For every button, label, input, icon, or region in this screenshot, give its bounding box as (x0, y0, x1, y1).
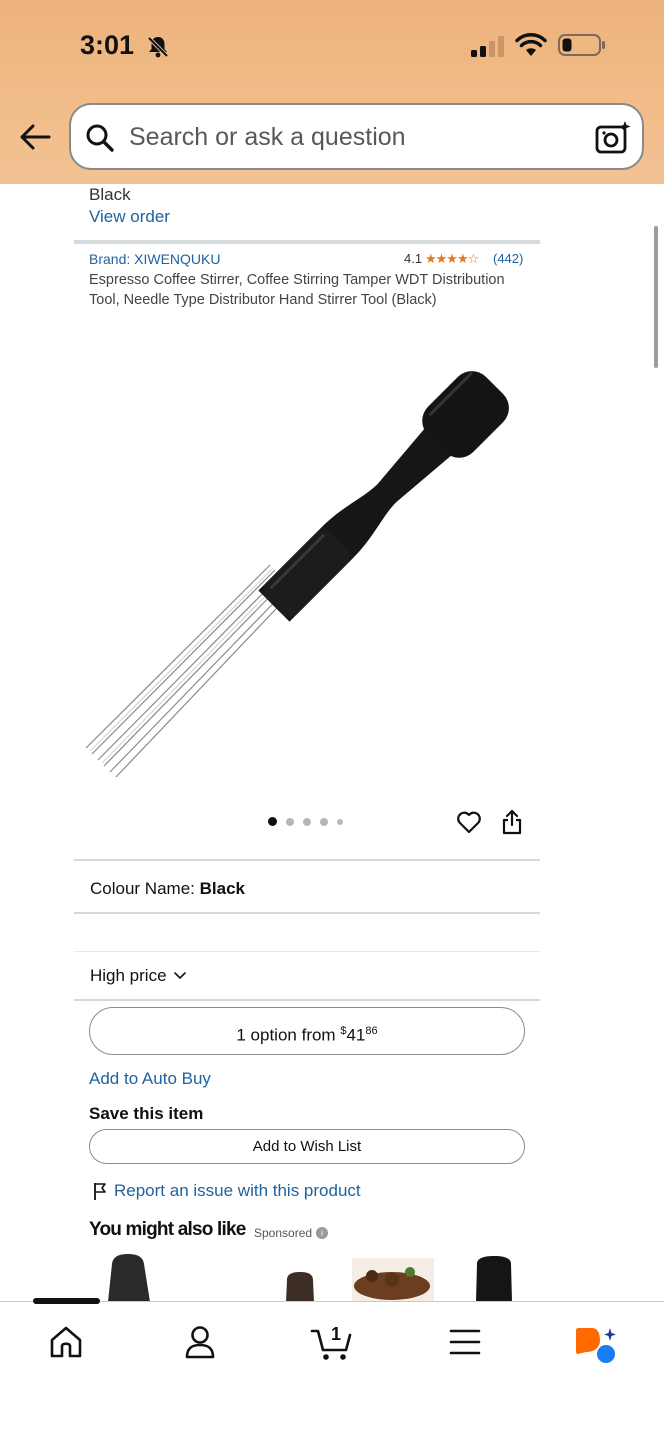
scrollbar[interactable] (654, 226, 658, 368)
save-item-heading: Save this item (89, 1104, 204, 1123)
app-header: 3:01 (0, 0, 664, 184)
add-to-auto-buy-link[interactable]: Add to Auto Buy (89, 1069, 211, 1089)
nav-home[interactable] (48, 1324, 84, 1365)
bell-muted-icon (147, 36, 169, 58)
sponsored-text: Sponsored (254, 1226, 313, 1240)
nav-menu[interactable] (449, 1328, 481, 1361)
option-prefix: 1 option from (236, 1025, 341, 1045)
cart-count: 1 (331, 1324, 341, 1344)
carousel-dot-active[interactable] (268, 817, 277, 826)
recommended-product-3[interactable] (352, 1258, 434, 1302)
cellular-signal-icon (471, 36, 504, 57)
star-rating-icon[interactable]: ★★★★☆ (425, 251, 479, 267)
section-divider (74, 859, 540, 861)
search-input[interactable] (129, 120, 569, 154)
nav-rufus-ai[interactable] (574, 1326, 618, 1371)
price-whole: 41 (346, 1025, 366, 1045)
section-divider (74, 999, 540, 1001)
heart-icon[interactable] (456, 809, 482, 835)
search-icon (86, 124, 114, 152)
section-divider (74, 240, 540, 244)
info-icon[interactable]: i (316, 1227, 329, 1239)
back-arrow-icon[interactable] (18, 120, 52, 154)
section-divider (74, 912, 540, 914)
report-issue-link[interactable]: Report an issue with this product (92, 1181, 361, 1201)
carousel-dot[interactable] (303, 817, 311, 826)
recommendations-heading: You might also like (89, 1219, 246, 1240)
menu-icon (449, 1329, 481, 1355)
price-fraction: 86 (365, 1025, 378, 1037)
report-issue-label: Report an issue with this product (114, 1181, 361, 1200)
product-title: Espresso Coffee Stirrer, Coffee Stirring… (89, 272, 505, 308)
share-icon[interactable] (500, 808, 524, 836)
carousel-dot[interactable] (286, 817, 294, 826)
chevron-down-icon (174, 972, 187, 980)
battery-icon (558, 34, 605, 56)
brand-link[interactable]: Brand: XIWENQUKU (89, 251, 220, 267)
colour-name-label: Colour Name: (90, 879, 200, 898)
colour-name-row[interactable]: Colour Name: Black (90, 879, 245, 899)
camera-lens-icon[interactable] (595, 120, 631, 156)
search-bar[interactable] (69, 103, 644, 170)
add-to-wish-list-button[interactable]: Add to Wish List (89, 1129, 525, 1164)
sponsored-label[interactable]: Sponsored i (254, 1226, 329, 1240)
review-count-link[interactable]: (442) (493, 251, 523, 266)
recommended-product-1[interactable] (108, 1254, 150, 1302)
section-divider (74, 951, 540, 952)
colour-name-value: Black (199, 879, 245, 898)
image-carousel-dots[interactable] (268, 817, 343, 826)
carousel-dot[interactable] (320, 817, 328, 826)
recommended-product-2[interactable] (286, 1272, 314, 1302)
rufus-ai-icon (576, 1328, 616, 1363)
account-icon (185, 1326, 215, 1359)
cart-icon: 1 (310, 1324, 352, 1360)
recommended-product-4[interactable] (476, 1256, 512, 1302)
flag-icon (94, 1183, 106, 1200)
rating-value: 4.1 (404, 251, 423, 266)
sort-label: High price (90, 966, 167, 985)
nav-account[interactable] (183, 1324, 217, 1365)
view-order-link[interactable]: View order (89, 207, 170, 227)
recommendation-thumbnails (0, 1250, 664, 1302)
home-icon (50, 1326, 82, 1358)
bottom-nav-bar: 1 (0, 1298, 664, 1440)
order-colour-text: Black (89, 185, 131, 204)
nav-cart[interactable]: 1 (310, 1322, 354, 1367)
status-time: 3:01 (80, 30, 135, 60)
sort-dropdown[interactable]: High price (90, 966, 187, 986)
option-from-button[interactable]: 1 option from $4186 (89, 1007, 525, 1055)
wifi-icon (515, 33, 547, 56)
product-image[interactable] (80, 330, 540, 790)
carousel-dot[interactable] (337, 818, 343, 825)
active-tab-indicator (33, 1298, 100, 1304)
